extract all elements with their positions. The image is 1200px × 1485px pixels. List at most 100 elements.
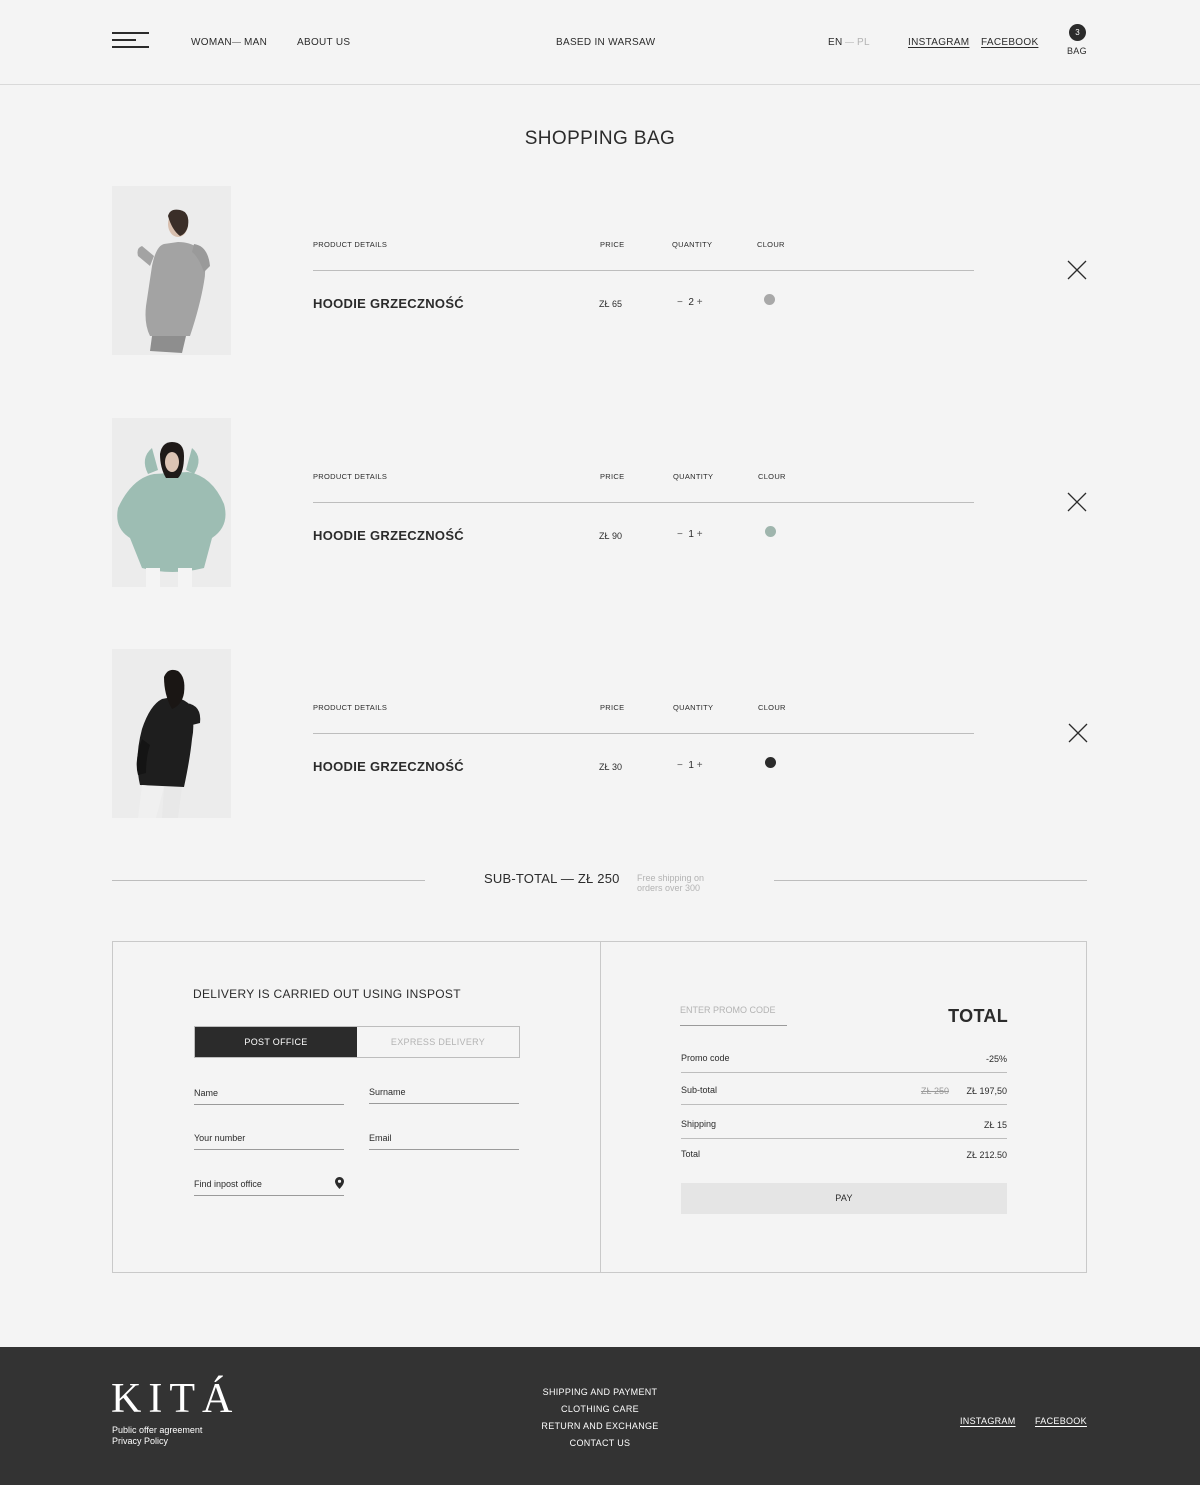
increase-button[interactable]: + xyxy=(697,297,703,308)
quantity-stepper: − 1 + xyxy=(677,760,703,771)
delivery-tabs: POST OFFICE EXPRESS DELIVERY xyxy=(194,1026,520,1058)
increase-button[interactable]: + xyxy=(697,529,703,540)
subtotal-value: ZŁ 197,50 xyxy=(966,1086,1007,1096)
checkout-panel: DELIVERY IS CARRIED OUT USING INSPOST PO… xyxy=(112,941,1087,1273)
colour-swatch xyxy=(765,757,776,768)
promo-code-input[interactable]: ENTER PROMO CODE xyxy=(680,1002,787,1026)
footer-facebook-link[interactable]: FACEBOOK xyxy=(1035,1416,1087,1426)
col-price: PRICE xyxy=(600,472,625,481)
inpost-office-field[interactable]: Find inpost office xyxy=(194,1176,344,1196)
decrease-button[interactable]: − xyxy=(677,529,683,540)
quantity-stepper: − 1 + xyxy=(677,529,703,540)
colour-swatch xyxy=(764,294,775,305)
footer-link-contact[interactable]: CONTACT US xyxy=(0,1438,1200,1448)
footer-instagram-link[interactable]: INSTAGRAM xyxy=(960,1416,1016,1426)
shipping-note: Free shipping on orders over 300 xyxy=(637,873,705,893)
subtotal-row: Sub-total ZŁ 250 ZŁ 197,50 xyxy=(681,1081,1007,1105)
product-name[interactable]: HOODIE GRZECZNOŚĆ xyxy=(313,759,464,774)
decrease-button[interactable]: − xyxy=(677,760,683,771)
panel-divider xyxy=(600,942,601,1272)
location-pin-icon[interactable] xyxy=(335,1177,344,1189)
close-icon[interactable] xyxy=(1067,492,1087,512)
product-photo[interactable] xyxy=(112,186,231,355)
total-row: Total ZŁ 212.50 xyxy=(681,1145,1007,1169)
page-title: SHOPPING BAG xyxy=(524,128,676,149)
phone-placeholder: Your number xyxy=(194,1133,246,1143)
col-colour: CLOUR xyxy=(757,240,785,249)
phone-field[interactable]: Your number xyxy=(194,1130,344,1150)
product-price: ZŁ 65 xyxy=(599,299,623,309)
product-price: ZŁ 90 xyxy=(599,531,623,541)
lang-en-link[interactable]: EN xyxy=(828,37,843,48)
col-product-details: PRODUCT DETAILS xyxy=(313,703,388,712)
promo-placeholder: ENTER PROMO CODE xyxy=(680,1005,776,1015)
bag-item: PRODUCT DETAILS PRICE QUANTITY CLOUR HOO… xyxy=(0,649,1200,819)
footer-link-shipping[interactable]: SHIPPING AND PAYMENT xyxy=(0,1387,1200,1397)
close-icon[interactable] xyxy=(1068,723,1088,743)
email-field[interactable]: Email xyxy=(369,1130,519,1150)
col-price: PRICE xyxy=(600,703,625,712)
delivery-title: DELIVERY IS CARRIED OUT USING INSPOST xyxy=(193,987,461,1001)
lang-pl-link[interactable]: PL xyxy=(857,37,870,48)
footer-link-care[interactable]: CLOTHING CARE xyxy=(0,1404,1200,1414)
header-facebook-link[interactable]: FACEBOOK xyxy=(981,37,1038,48)
product-price: ZŁ 30 xyxy=(599,762,623,772)
close-icon[interactable] xyxy=(1067,260,1087,280)
brand-logo[interactable]: KITÁ xyxy=(111,1375,239,1423)
shipping-row: Shipping ZŁ 15 xyxy=(681,1115,1007,1139)
col-colour: CLOUR xyxy=(758,472,786,481)
col-quantity: QUANTITY xyxy=(672,240,713,249)
product-photo[interactable] xyxy=(112,649,231,818)
product-name[interactable]: HOODIE GRZECZNOŚĆ xyxy=(313,296,464,311)
email-placeholder: Email xyxy=(369,1133,392,1143)
quantity-stepper: − 2 + xyxy=(677,297,703,308)
col-quantity: QUANTITY xyxy=(673,703,714,712)
product-name[interactable]: HOODIE GRZECZNOŚĆ xyxy=(313,528,464,543)
colour-swatch xyxy=(765,526,776,537)
surname-field[interactable]: Surname xyxy=(369,1084,519,1104)
inpost-placeholder: Find inpost office xyxy=(194,1179,262,1189)
promo-code-row: Promo code -25% xyxy=(681,1049,1007,1073)
subtotal-rule-left xyxy=(112,880,425,881)
bag-link[interactable]: BAG xyxy=(1067,46,1087,56)
nav-man-link[interactable]: MAN xyxy=(244,37,267,48)
nav-about-link[interactable]: ABOUT US xyxy=(297,37,350,48)
product-photo[interactable] xyxy=(112,418,231,587)
col-product-details: PRODUCT DETAILS xyxy=(313,472,388,481)
divider xyxy=(313,733,974,734)
increase-button[interactable]: + xyxy=(697,760,703,771)
quantity-value: 1 xyxy=(688,760,694,771)
footer-link-returns[interactable]: RETURN AND EXCHANGE xyxy=(0,1421,1200,1431)
nav-woman-link[interactable]: WOMAN xyxy=(191,37,232,48)
promo-code-label: Promo code xyxy=(681,1053,730,1063)
col-colour: CLOUR xyxy=(758,703,786,712)
lang-separator xyxy=(845,42,854,43)
decrease-button[interactable]: − xyxy=(677,297,683,308)
name-field[interactable]: Name xyxy=(194,1085,344,1105)
col-product-details: PRODUCT DETAILS xyxy=(313,240,388,249)
divider xyxy=(313,502,974,503)
subtotal-rule-right xyxy=(774,880,1087,881)
total-label: Total xyxy=(681,1149,701,1159)
tab-express-delivery[interactable]: EXPRESS DELIVERY xyxy=(357,1027,519,1057)
bag-count-badge[interactable]: 3 xyxy=(1069,24,1086,41)
subtotal-old-price: ZŁ 250 xyxy=(920,1086,949,1096)
menu-icon[interactable] xyxy=(112,32,149,48)
subtotal-text: SUB-TOTAL — ZŁ 250 xyxy=(484,871,620,886)
quantity-value: 2 xyxy=(688,297,694,308)
shipping-label: Shipping xyxy=(681,1119,717,1129)
tab-post-office[interactable]: POST OFFICE xyxy=(195,1027,357,1057)
nav-separator xyxy=(232,42,241,43)
divider xyxy=(313,270,974,271)
name-placeholder: Name xyxy=(194,1088,219,1098)
header-instagram-link[interactable]: INSTAGRAM xyxy=(908,37,969,48)
pay-button[interactable]: PAY xyxy=(681,1183,1007,1214)
bag-item: PRODUCT DETAILS PRICE QUANTITY CLOUR HOO… xyxy=(0,186,1200,356)
promo-code-value: -25% xyxy=(985,1054,1007,1064)
bag-item: PRODUCT DETAILS PRICE QUANTITY CLOUR HOO… xyxy=(0,418,1200,588)
col-price: PRICE xyxy=(600,240,625,249)
total-value: ZŁ 212.50 xyxy=(966,1150,1007,1160)
site-header: WOMAN MAN ABOUT US BASED IN WARSAW EN PL… xyxy=(0,0,1200,85)
subtotal-label: Sub-total xyxy=(681,1085,718,1095)
total-title: TOTAL xyxy=(948,1006,1008,1026)
